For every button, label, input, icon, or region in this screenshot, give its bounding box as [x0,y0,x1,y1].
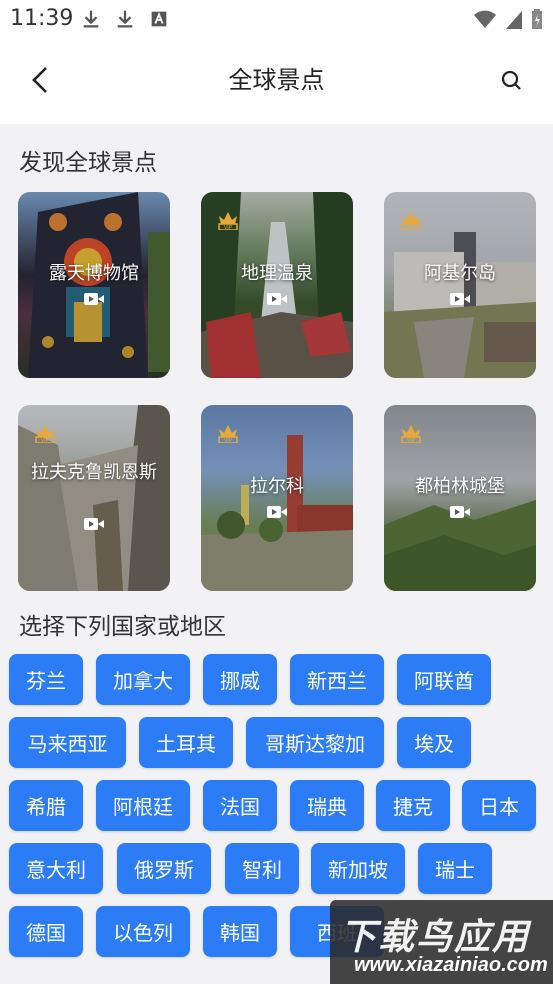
attraction-label: 拉尔科 [250,476,304,497]
app-header: 全球景点 [0,38,553,124]
app-notification-icon [151,11,167,27]
country-chip[interactable]: 韩国 [203,906,277,957]
attraction-card[interactable]: VIP 地理温泉 [201,192,353,378]
country-chip[interactable]: 埃及 [397,717,471,768]
country-chip[interactable]: 新加坡 [311,843,405,894]
country-chip[interactable]: 日本 [462,780,536,831]
country-chip[interactable]: 新西兰 [290,654,384,705]
signal-icon [506,11,522,29]
watermark-url: www.xiazainiao.com [354,954,548,976]
video-icon [450,506,470,518]
attraction-label: 拉夫克鲁凯恩斯 [31,462,157,483]
attraction-card[interactable]: VIP 都柏林城堡 [384,405,536,591]
svg-text:VIP: VIP [224,225,233,230]
battery-icon [532,9,542,29]
country-chip[interactable]: 阿根廷 [96,780,190,831]
svg-text:VIP: VIP [41,438,50,443]
country-chip[interactable]: 法国 [203,780,277,831]
svg-text:VIP: VIP [224,438,233,443]
system-icons [473,8,543,30]
wifi-icon [474,10,496,28]
country-chip[interactable]: 土耳其 [139,717,233,768]
attraction-card[interactable]: VIP 阿基尔岛 [384,192,536,378]
vip-crown-icon: VIP [401,212,421,230]
page-title: 全球景点 [228,66,325,94]
vip-crown-icon: VIP [35,425,55,443]
discover-section-title: 发现全球景点 [19,150,157,176]
watermark-overlay: 下载鸟应用 www.xiazainiao.com [330,900,553,984]
country-chip[interactable]: 挪威 [203,654,277,705]
svg-text:VIP: VIP [407,225,416,230]
country-chip[interactable]: 阿联酋 [397,654,491,705]
country-chip[interactable]: 马来西亚 [9,717,126,768]
country-chip[interactable]: 俄罗斯 [117,843,211,894]
watermark-title: 下载鸟应用 [340,917,531,958]
vip-crown-icon: VIP [218,212,238,230]
attraction-card[interactable]: VIP 拉夫克鲁凯恩斯 [18,405,170,591]
country-chip[interactable]: 德国 [9,906,83,957]
country-chip[interactable]: 瑞典 [290,780,364,831]
attraction-label: 阿基尔岛 [424,263,496,284]
country-chip[interactable]: 芬兰 [9,654,83,705]
download-icon [83,10,99,28]
country-chip[interactable]: 意大利 [9,843,103,894]
country-chip[interactable]: 加拿大 [96,654,190,705]
vip-crown-icon: VIP [218,425,238,443]
video-icon [450,293,470,305]
country-chip[interactable]: 捷克 [376,780,450,831]
video-icon [267,506,287,518]
choose-section-title: 选择下列国家或地区 [19,614,226,640]
country-chip[interactable]: 智利 [225,843,299,894]
vip-crown-icon: VIP [401,425,421,443]
notification-icons [80,8,170,30]
video-icon [84,518,104,530]
country-chip[interactable]: 以色列 [96,906,190,957]
attraction-card[interactable]: 露天博物馆 [18,192,170,378]
status-bar: 11:39 [0,0,553,38]
country-chip[interactable]: 哥斯达黎加 [246,717,384,768]
video-icon [84,293,104,305]
download-icon [117,10,133,28]
status-time: 11:39 [10,6,74,31]
video-icon [267,293,287,305]
attraction-label: 都柏林城堡 [415,476,505,497]
svg-text:VIP: VIP [407,438,416,443]
country-chip[interactable]: 瑞士 [418,843,492,894]
attraction-label: 地理温泉 [241,263,313,284]
country-chip[interactable]: 希腊 [9,780,83,831]
attraction-card[interactable]: VIP 拉尔科 [201,405,353,591]
search-icon[interactable] [499,68,525,94]
attraction-label: 露天博物馆 [49,263,139,284]
